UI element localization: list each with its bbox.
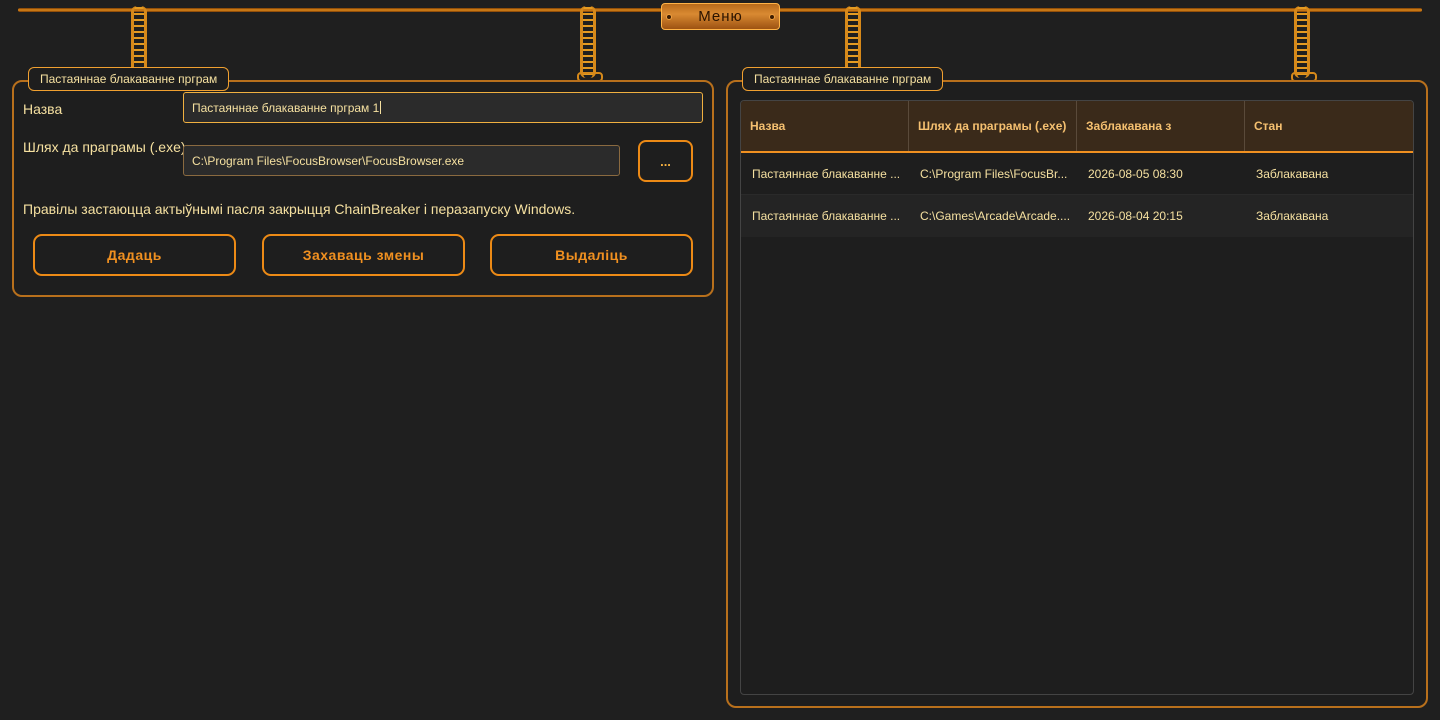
panel-title: Пастаяннае блакаванне прграм bbox=[742, 67, 944, 91]
menu-button-label: Меню bbox=[698, 8, 743, 25]
save-button-label: Захаваць змены bbox=[302, 247, 425, 263]
rivet-icon bbox=[666, 14, 672, 20]
table-row[interactable]: Пастаяннае блакаванне ... C:\Program Fil… bbox=[741, 153, 1413, 195]
table-row[interactable]: Пастаяннае блакаванне ... C:\Games\Arcad… bbox=[741, 195, 1413, 237]
add-button[interactable]: Дадаць bbox=[33, 234, 236, 276]
cell-name: Пастаяннае блакаванне ... bbox=[752, 209, 901, 223]
browse-button[interactable]: ... bbox=[638, 140, 693, 182]
cell-blocked-since: 2026-08-04 20:15 bbox=[1088, 209, 1183, 223]
text-caret bbox=[380, 101, 382, 114]
path-input-value: C:\Program Files\FocusBrowser\FocusBrows… bbox=[192, 153, 465, 168]
path-input[interactable]: C:\Program Files\FocusBrowser\FocusBrows… bbox=[183, 145, 620, 176]
delete-button[interactable]: Выдаліць bbox=[490, 234, 693, 276]
cell-status: Заблакавана bbox=[1256, 166, 1329, 181]
column-header-path[interactable]: Шлях да праграмы (.exe) bbox=[909, 101, 1077, 151]
column-header-blocked-since[interactable]: Заблакавана з bbox=[1077, 101, 1245, 151]
rule-editor-panel: Пастаяннае блакаванне прграм Назва Паста… bbox=[12, 67, 714, 297]
name-label: Назва bbox=[23, 101, 63, 117]
name-input[interactable]: Пастаяннае блакаванне прграм 1 bbox=[183, 92, 703, 123]
chain-decoration bbox=[1291, 6, 1317, 82]
cell-name: Пастаяннае блакаванне ... bbox=[752, 166, 901, 181]
panel-title: Пастаяннае блакаванне прграм bbox=[28, 67, 230, 91]
menu-button[interactable]: Меню bbox=[661, 3, 780, 30]
save-changes-button[interactable]: Захаваць змены bbox=[262, 234, 465, 276]
add-button-label: Дадаць bbox=[107, 247, 162, 263]
rules-table: Назва Шлях да праграмы (.exe) Заблакаван… bbox=[740, 100, 1414, 695]
rule-list-panel: Пастаяннае блакаванне прграм Назва Шлях … bbox=[726, 67, 1428, 708]
table-header: Назва Шлях да праграмы (.exe) Заблакаван… bbox=[741, 101, 1413, 153]
cell-path: C:\Program Files\FocusBr... bbox=[920, 166, 1068, 181]
name-input-value: Пастаяннае блакаванне прграм 1 bbox=[192, 100, 380, 115]
cell-status: Заблакавана bbox=[1256, 209, 1329, 223]
delete-button-label: Выдаліць bbox=[555, 247, 628, 263]
column-header-status[interactable]: Стан bbox=[1245, 101, 1413, 151]
chain-decoration bbox=[577, 6, 603, 82]
cell-blocked-since: 2026-08-05 08:30 bbox=[1088, 166, 1183, 181]
rivet-icon bbox=[769, 14, 775, 20]
column-header-name[interactable]: Назва bbox=[741, 101, 909, 151]
browse-button-label: ... bbox=[660, 153, 671, 169]
path-label: Шлях да праграмы (.exe) bbox=[23, 139, 186, 155]
cell-path: C:\Games\Arcade\Arcade.... bbox=[920, 209, 1071, 223]
persistence-note: Правілы застаюцца актыўнымі пасля закрыц… bbox=[23, 201, 576, 217]
